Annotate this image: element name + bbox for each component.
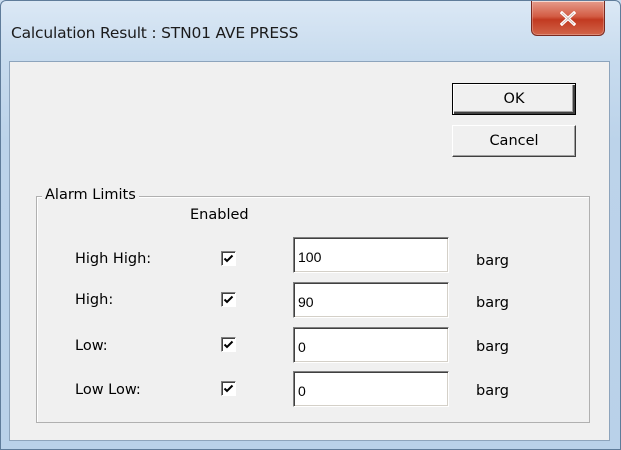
low-input[interactable] bbox=[293, 327, 449, 363]
checkbox-low-enabled[interactable] bbox=[221, 337, 236, 352]
unit-low-low: barg bbox=[476, 383, 510, 399]
checkmark-icon bbox=[223, 295, 234, 304]
enabled-column-header: Enabled bbox=[190, 207, 249, 223]
alarm-limits-label: Alarm Limits bbox=[42, 187, 139, 203]
checkmark-icon bbox=[223, 384, 234, 393]
checkbox-high-enabled[interactable] bbox=[221, 292, 236, 307]
close-button[interactable] bbox=[531, 1, 605, 36]
unit-low: barg bbox=[476, 339, 510, 355]
row-label-low-low: Low Low: bbox=[75, 382, 141, 398]
row-label-high: High: bbox=[75, 292, 114, 308]
ok-button[interactable]: OK bbox=[452, 83, 576, 115]
row-label-high-high: High High: bbox=[75, 251, 152, 267]
cancel-button[interactable]: Cancel bbox=[452, 125, 576, 157]
low-low-input[interactable] bbox=[293, 371, 449, 407]
window-title: Calculation Result : STN01 AVE PRESS bbox=[11, 24, 299, 42]
close-icon bbox=[560, 10, 576, 26]
checkmark-icon bbox=[223, 340, 234, 349]
checkbox-low-low-enabled[interactable] bbox=[221, 381, 236, 396]
unit-high: barg bbox=[476, 295, 510, 311]
row-label-low: Low: bbox=[75, 338, 108, 354]
unit-high-high: barg bbox=[476, 253, 510, 269]
high-input[interactable] bbox=[293, 282, 449, 318]
title-bar[interactable]: Calculation Result : STN01 AVE PRESS bbox=[1, 1, 620, 57]
checkbox-high-high-enabled[interactable] bbox=[221, 251, 236, 266]
high-high-input[interactable] bbox=[293, 237, 449, 273]
checkmark-icon bbox=[223, 254, 234, 263]
